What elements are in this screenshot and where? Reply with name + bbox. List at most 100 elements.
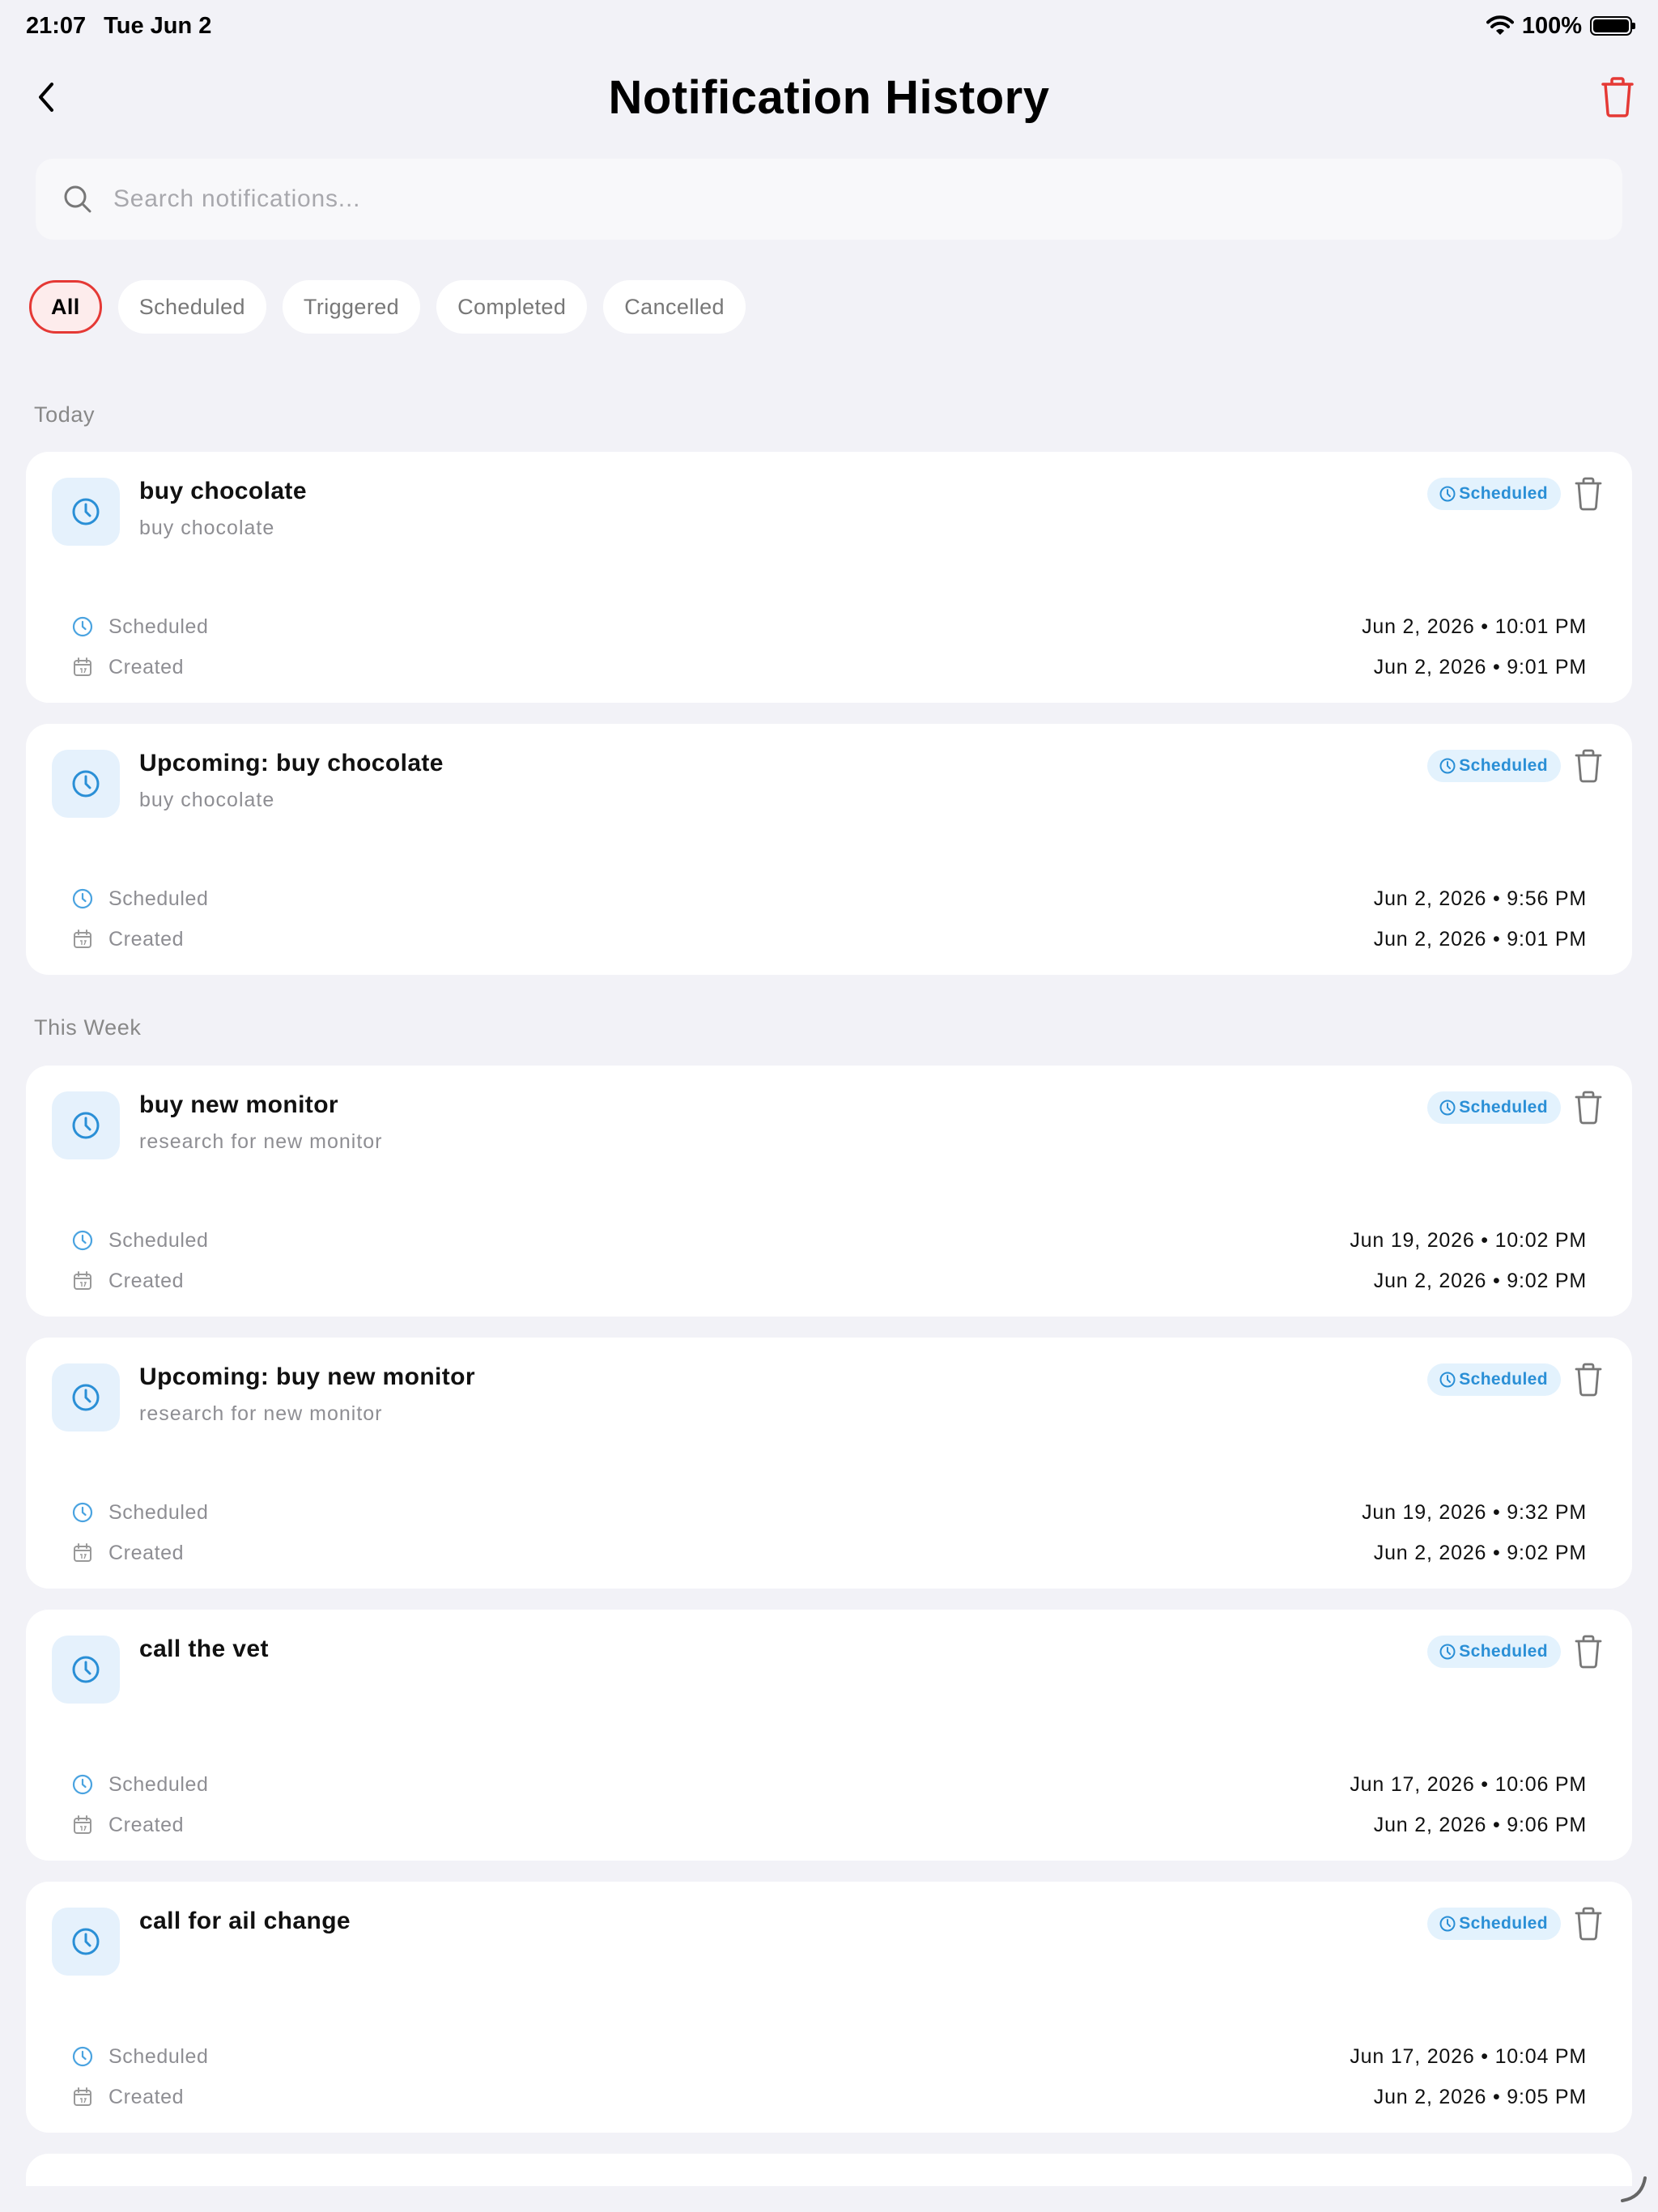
- trash-icon: [1575, 1907, 1602, 1941]
- scheduled-row: Scheduled Jun 2, 2026 • 10:01 PM: [71, 610, 1587, 643]
- scheduled-row: Scheduled Jun 19, 2026 • 10:02 PM: [71, 1224, 1587, 1257]
- clock-icon: [72, 498, 100, 525]
- created-value: Jun 2, 2026 • 9:02 PM: [1373, 1541, 1587, 1564]
- notification-title: Upcoming: buy chocolate: [139, 750, 444, 776]
- status-badge: Scheduled: [1427, 1908, 1561, 1940]
- status-badge-label: Scheduled: [1459, 1370, 1548, 1389]
- section-label-this-week: This Week: [34, 1015, 142, 1040]
- clock-icon: [1439, 486, 1456, 502]
- calendar-icon: [74, 1271, 91, 1290]
- delete-button[interactable]: [1572, 1090, 1605, 1125]
- filter-chips: All Scheduled Triggered Completed Cancel…: [29, 280, 746, 334]
- search-icon: [64, 185, 91, 213]
- clock-icon: [72, 2046, 93, 2067]
- scheduled-label: Scheduled: [108, 1500, 209, 1524]
- created-value: Jun 2, 2026 • 9:05 PM: [1373, 2085, 1587, 2108]
- status-badge-label: Scheduled: [1459, 1642, 1548, 1661]
- scheduled-label: Scheduled: [108, 2044, 209, 2068]
- scheduled-value: Jun 2, 2026 • 10:01 PM: [1362, 615, 1587, 638]
- search-input[interactable]: [113, 185, 1571, 213]
- clock-icon: [72, 770, 100, 798]
- status-badge-label: Scheduled: [1459, 484, 1548, 503]
- section-label-today: Today: [34, 402, 96, 427]
- scheduled-label: Scheduled: [108, 1228, 209, 1252]
- created-row: Created Jun 2, 2026 • 9:06 PM: [71, 1809, 1587, 1841]
- scheduled-label: Scheduled: [108, 1772, 209, 1796]
- notification-card[interactable]: buy new monitor research for new monitor…: [26, 1066, 1632, 1317]
- scheduled-value: Jun 17, 2026 • 10:06 PM: [1350, 1772, 1587, 1796]
- notification-title: Upcoming: buy new monitor: [139, 1363, 475, 1390]
- delete-button[interactable]: [1572, 1906, 1605, 1942]
- notification-card[interactable]: Upcoming: buy new monitor research for n…: [26, 1338, 1632, 1589]
- wifi-icon: [1486, 15, 1514, 35]
- notification-card[interactable]: call the vet Scheduled Scheduled Jun 17,…: [26, 1610, 1632, 1861]
- created-value: Jun 2, 2026 • 9:06 PM: [1373, 1813, 1587, 1836]
- clock-icon: [72, 1928, 100, 1955]
- trash-icon: [1601, 77, 1634, 117]
- created-label: Created: [108, 1813, 185, 1836]
- notification-card-partial[interactable]: [26, 2154, 1632, 2186]
- filter-triggered[interactable]: Triggered: [282, 280, 421, 334]
- scroll-indicator-icon: [1621, 2176, 1647, 2202]
- notification-title: call for ail change: [139, 1908, 351, 1934]
- scheduled-value: Jun 2, 2026 • 9:56 PM: [1373, 887, 1587, 910]
- status-badge-label: Scheduled: [1459, 756, 1548, 775]
- clock-icon: [72, 888, 93, 909]
- notification-subtitle: buy chocolate: [139, 789, 275, 811]
- created-value: Jun 2, 2026 • 9:01 PM: [1373, 655, 1587, 678]
- scheduled-label: Scheduled: [108, 887, 209, 910]
- calendar-icon: [74, 1815, 91, 1834]
- clock-icon: [72, 1230, 93, 1251]
- clock-icon: [72, 1656, 100, 1683]
- created-label: Created: [108, 2085, 185, 2108]
- filter-completed[interactable]: Completed: [436, 280, 588, 334]
- chevron-left-icon: [39, 83, 53, 112]
- scheduled-row: Scheduled Jun 19, 2026 • 9:32 PM: [71, 1496, 1587, 1529]
- created-row: Created Jun 2, 2026 • 9:05 PM: [71, 2081, 1587, 2113]
- back-button[interactable]: [29, 78, 65, 117]
- filter-cancelled[interactable]: Cancelled: [603, 280, 746, 334]
- clock-icon: [72, 616, 93, 637]
- status-badge: Scheduled: [1427, 1363, 1561, 1396]
- status-date: Tue Jun 2: [104, 12, 212, 39]
- created-row: Created Jun 2, 2026 • 9:02 PM: [71, 1265, 1587, 1297]
- clock-icon: [72, 1774, 93, 1795]
- status-badge-label: Scheduled: [1459, 1098, 1548, 1117]
- notification-title: call the vet: [139, 1636, 269, 1662]
- calendar-icon: [74, 2087, 91, 2106]
- notification-card[interactable]: buy chocolate buy chocolate Scheduled Sc…: [26, 452, 1632, 703]
- scheduled-row: Scheduled Jun 17, 2026 • 10:06 PM: [71, 1768, 1587, 1801]
- filter-all[interactable]: All: [29, 280, 102, 334]
- status-right: 100%: [1486, 0, 1635, 52]
- trash-icon: [1575, 1091, 1602, 1125]
- delete-button[interactable]: [1572, 1362, 1605, 1397]
- status-badge: Scheduled: [1427, 478, 1561, 510]
- calendar-icon: [74, 657, 91, 676]
- notification-subtitle: research for new monitor: [139, 1402, 383, 1425]
- delete-button[interactable]: [1572, 476, 1605, 512]
- created-label: Created: [108, 655, 185, 678]
- notification-card[interactable]: Upcoming: buy chocolate buy chocolate Sc…: [26, 724, 1632, 975]
- calendar-icon: [74, 929, 91, 948]
- battery-percent: 100%: [1521, 12, 1582, 39]
- notification-icon-box: [52, 1636, 120, 1704]
- scheduled-value: Jun 19, 2026 • 10:02 PM: [1350, 1228, 1587, 1252]
- header: Notification History: [0, 57, 1658, 138]
- status-badge: Scheduled: [1427, 750, 1561, 782]
- calendar-icon: [74, 1543, 91, 1562]
- filter-scheduled[interactable]: Scheduled: [117, 280, 266, 334]
- notification-card[interactable]: call for ail change Scheduled Scheduled …: [26, 1882, 1632, 2133]
- trash-icon: [1575, 749, 1602, 783]
- created-value: Jun 2, 2026 • 9:01 PM: [1373, 927, 1587, 951]
- delete-button[interactable]: [1572, 748, 1605, 784]
- notification-subtitle: buy chocolate: [139, 517, 275, 539]
- delete-button[interactable]: [1572, 1634, 1605, 1670]
- trash-icon: [1575, 477, 1602, 511]
- trash-icon: [1575, 1363, 1602, 1397]
- notification-icon-box: [52, 1908, 120, 1976]
- scheduled-value: Jun 19, 2026 • 9:32 PM: [1362, 1500, 1587, 1524]
- scheduled-row: Scheduled Jun 2, 2026 • 9:56 PM: [71, 883, 1587, 915]
- created-label: Created: [108, 1269, 185, 1292]
- notification-icon-box: [52, 1363, 120, 1431]
- clear-all-button[interactable]: [1593, 74, 1642, 120]
